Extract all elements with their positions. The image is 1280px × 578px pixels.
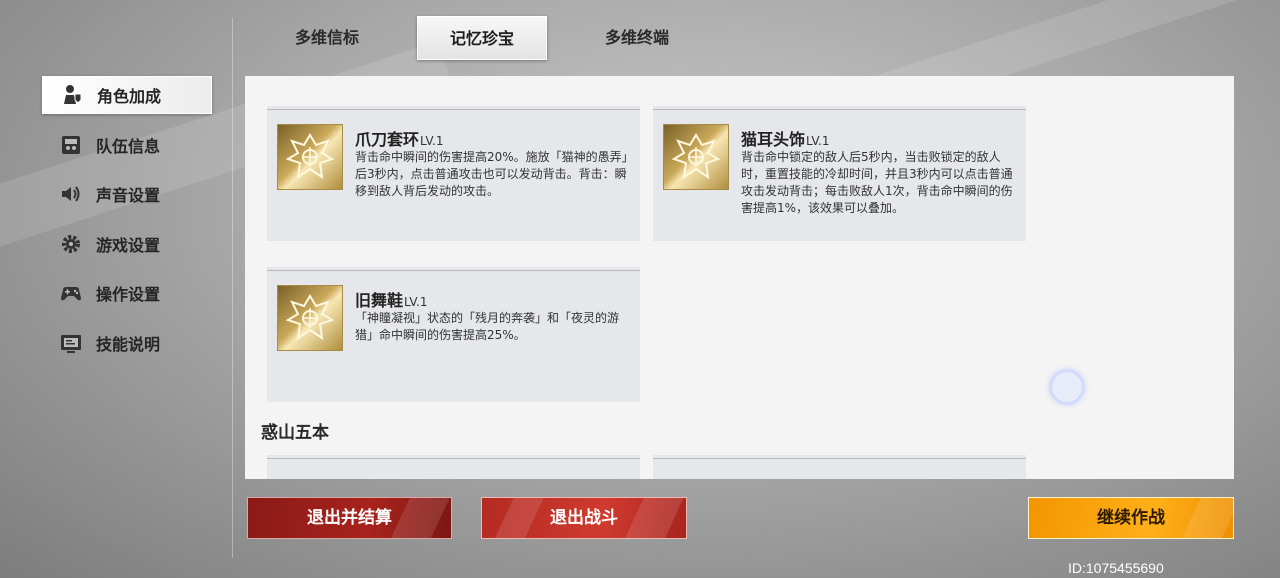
card-name: 旧舞鞋 — [355, 291, 404, 310]
card-description: 背击命中瞬间的伤害提高20%。施放「猫神的愚弄」后3秒内，点击普通攻击也可以发动… — [355, 150, 628, 198]
tab-memory-treasure[interactable]: 记忆珍宝 — [417, 16, 547, 60]
gamepad-icon — [60, 282, 82, 304]
card-top-rule — [267, 106, 640, 110]
sidebar-item-character-bonus[interactable]: 角色加成 — [42, 76, 212, 114]
monitor-icon — [60, 332, 82, 354]
card-top-rule — [267, 455, 640, 459]
card-description: 背击命中锁定的敌人后5秒内，当击败锁定的敌人时，重置技能的冷却时间，并且3秒内可… — [741, 150, 1013, 215]
card-description: 「神瞳凝视」状态的「残月的奔袭」和「夜灵的游猎」命中瞬间的伤害提高25%。 — [355, 311, 620, 342]
speaker-icon — [60, 183, 82, 205]
card-level: LV.1 — [404, 295, 428, 309]
exit-battle-button[interactable]: 退出战斗 — [481, 497, 687, 539]
card-level: LV.1 — [420, 134, 444, 148]
treasure-card[interactable]: 旧舞鞋LV.1 「神瞳凝视」状态的「残月的奔袭」和「夜灵的游猎」命中瞬间的伤害提… — [267, 267, 640, 402]
card-title: 猫耳头饰LV.1 — [741, 126, 830, 150]
player-id: ID:1075455690 — [1068, 560, 1164, 576]
sidebar-item-sound-settings[interactable]: 声音设置 — [42, 175, 212, 213]
sidebar-item-label: 技能说明 — [96, 334, 161, 354]
card-top-rule — [653, 106, 1026, 110]
sidebar-item-team-info[interactable]: 队伍信息 — [42, 126, 212, 164]
card-level: LV.1 — [806, 134, 830, 148]
button-shard-decoration — [1172, 498, 1233, 538]
treasure-emblem-icon — [663, 124, 729, 190]
sidebar-item-label: 队伍信息 — [96, 136, 161, 156]
sidebar-item-game-settings[interactable]: 游戏设置 — [42, 225, 212, 263]
button-shard-decoration — [485, 498, 549, 538]
sidebar-item-skill-info[interactable]: 技能说明 — [42, 324, 212, 362]
treasure-emblem-icon — [277, 285, 343, 351]
treasure-emblem-icon — [277, 124, 343, 190]
sidebar-item-label: 操作设置 — [96, 285, 161, 304]
card-top-rule — [653, 455, 1026, 459]
button-label: 退出并结算 — [307, 508, 392, 528]
character-icon — [61, 84, 83, 106]
sidebar-item-label: 游戏设置 — [96, 235, 161, 255]
card-title: 旧舞鞋LV.1 — [355, 287, 428, 311]
treasure-list-panel[interactable]: 爪刀套环LV.1 背击命中瞬间的伤害提高20%。施放「猫神的愚弄」后3秒内，点击… — [245, 76, 1234, 479]
treasure-card-partial[interactable] — [267, 455, 640, 479]
gear-icon — [60, 233, 82, 255]
sidebar-item-control-settings[interactable]: 操作设置 — [42, 274, 212, 312]
top-tabs: 多维信标 记忆珍宝 多维终端 — [262, 16, 727, 60]
treasure-card[interactable]: 爪刀套环LV.1 背击命中瞬间的伤害提高20%。施放「猫神的愚弄」后3秒内，点击… — [267, 106, 640, 241]
card-title: 爪刀套环LV.1 — [355, 126, 444, 150]
continue-battle-button[interactable]: 继续作战 — [1028, 497, 1234, 539]
button-label: 退出战斗 — [550, 508, 618, 528]
card-top-rule — [267, 267, 640, 271]
button-label: 继续作战 — [1097, 508, 1165, 528]
button-shard-decoration — [615, 498, 686, 538]
card-name: 爪刀套环 — [355, 130, 420, 149]
tab-dimension-terminal[interactable]: 多维终端 — [572, 16, 702, 60]
sidebar-item-label: 声音设置 — [96, 186, 161, 205]
section-title: 惑山五本 — [261, 423, 329, 443]
team-icon — [60, 134, 82, 156]
tab-dimension-beacon[interactable]: 多维信标 — [262, 16, 392, 60]
card-name: 猫耳头饰 — [741, 130, 806, 149]
touch-cursor-indicator — [1050, 370, 1084, 404]
treasure-card[interactable]: 猫耳头饰LV.1 背击命中锁定的敌人后5秒内，当击败锁定的敌人时，重置技能的冷却… — [653, 106, 1026, 241]
sidebar-divider — [232, 18, 233, 558]
sidebar-item-label: 角色加成 — [97, 87, 162, 106]
exit-and-settle-button[interactable]: 退出并结算 — [247, 497, 452, 539]
treasure-card-partial[interactable] — [653, 455, 1026, 479]
button-shard-decoration — [381, 498, 451, 538]
sidebar: 角色加成 队伍信息 声音设置 游戏设置 操作设置 技能说明 — [42, 76, 212, 373]
